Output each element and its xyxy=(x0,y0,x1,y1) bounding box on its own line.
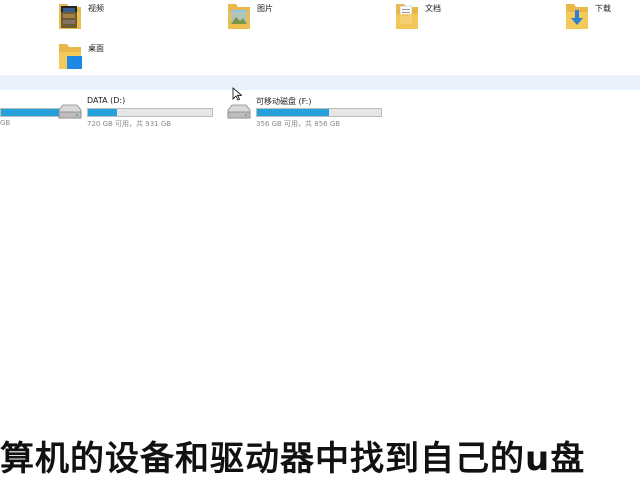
drive-usage-fill xyxy=(257,109,329,116)
removable-drive-icon xyxy=(227,104,251,119)
drive-name: 可移动磁盘 (F:) xyxy=(256,97,312,106)
folder-label: 图片 xyxy=(257,4,273,13)
drive-capacity-bar xyxy=(87,108,213,117)
folder-videos[interactable]: 视频 xyxy=(58,0,208,40)
folder-label: 视频 xyxy=(88,4,104,13)
folder-downloads[interactable]: 下载 xyxy=(565,0,640,40)
pictures-folder-icon xyxy=(228,4,250,29)
desktop-folder-icon xyxy=(59,44,82,69)
drive-capacity-text: GB xyxy=(0,119,11,127)
hard-drive-icon xyxy=(58,104,82,119)
drive-usage-fill xyxy=(88,109,117,116)
folder-label: 桌面 xyxy=(88,44,104,53)
drive-capacity-text: 356 GB 可用，共 856 GB xyxy=(256,120,341,128)
folder-label: 下载 xyxy=(595,4,611,13)
section-header-band xyxy=(0,75,640,90)
drive-name: DATA (D:) xyxy=(87,96,126,105)
drive-d[interactable]: DATA (D:) 720 GB 可用，共 931 GB xyxy=(57,96,217,132)
drive-capacity-bar xyxy=(256,108,382,117)
video-subtitle-caption: 算机的设备和驱动器中找到自己的u盘 xyxy=(0,439,586,479)
video-folder-icon xyxy=(59,4,81,29)
folder-desktop[interactable]: 桌面 xyxy=(58,40,208,80)
folder-documents[interactable]: 文档 xyxy=(395,0,545,40)
documents-folder-icon xyxy=(396,4,418,29)
folder-label: 文档 xyxy=(425,4,441,13)
folder-pictures[interactable]: 图片 xyxy=(227,0,377,40)
drive-capacity-text: 720 GB 可用，共 931 GB xyxy=(87,120,172,128)
downloads-folder-icon xyxy=(566,4,588,29)
mouse-cursor-icon xyxy=(232,87,242,101)
drive-f-removable[interactable]: 可移动磁盘 (F:) 356 GB 可用，共 856 GB xyxy=(226,96,386,132)
